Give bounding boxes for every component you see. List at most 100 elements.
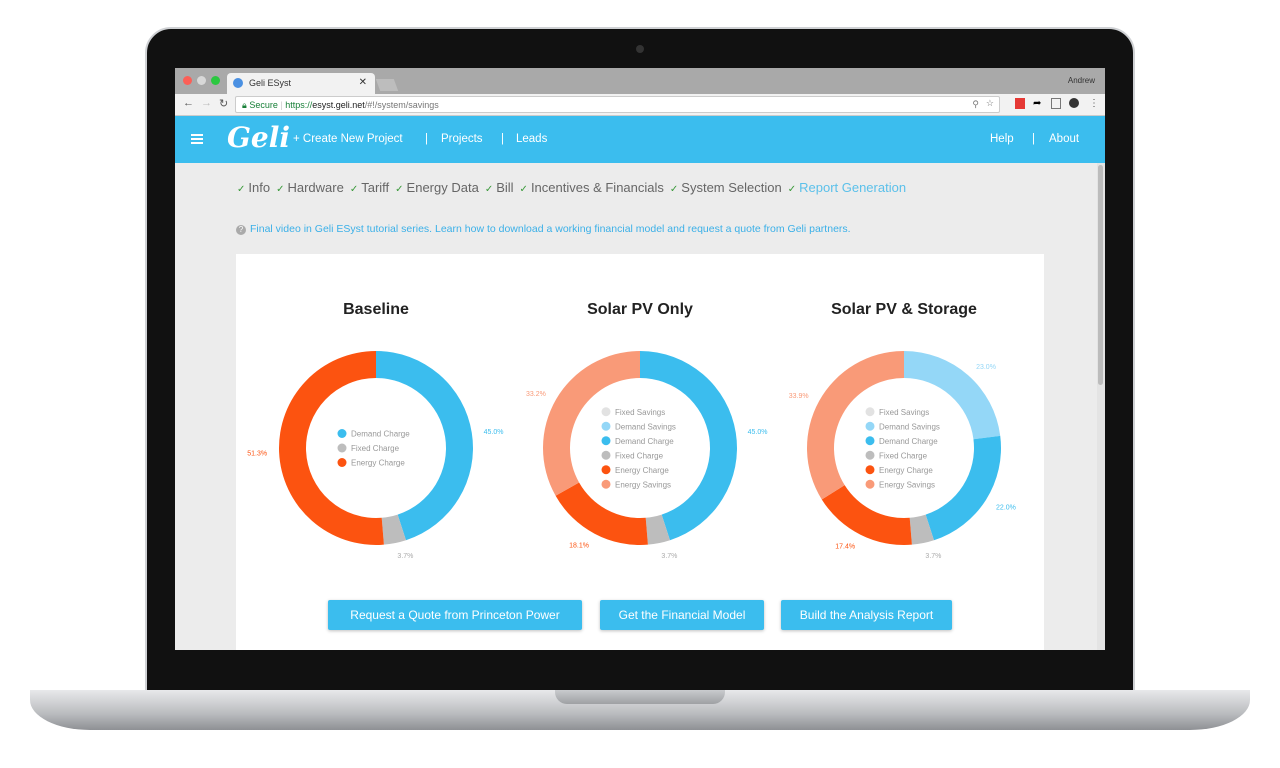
lock-icon: 🔒︎ (242, 100, 247, 110)
step-system-selection[interactable]: ✓ System Selection (670, 180, 782, 195)
step-hardware[interactable]: ✓ Hardware (276, 180, 344, 195)
slice-energy-charge[interactable] (555, 482, 648, 545)
slice-label: 3.7% (925, 553, 941, 560)
legend-item[interactable]: Demand Savings (615, 422, 676, 431)
slice-label: 51.3% (247, 450, 267, 457)
zoom-icon[interactable]: ⚲ (972, 99, 979, 110)
legend-item[interactable]: Energy Charge (615, 466, 669, 475)
step-info[interactable]: ✓ Info (237, 180, 270, 195)
legend-swatch (337, 458, 347, 467)
check-icon: ✓ (787, 184, 797, 195)
scrollbar-thumb[interactable] (1098, 165, 1103, 385)
legend-item[interactable]: Energy Charge (879, 466, 933, 475)
legend-swatch (601, 421, 611, 431)
legend-item[interactable]: Fixed Charge (879, 451, 928, 460)
slice-label: 33.9% (789, 393, 809, 400)
legend-swatch (865, 436, 875, 446)
step-energy-data[interactable]: ✓ Energy Data (395, 180, 479, 195)
legend-swatch (601, 450, 611, 460)
scrollbar[interactable] (1097, 163, 1105, 650)
legend-item[interactable]: Demand Charge (615, 437, 674, 446)
slice-label: 18.1% (569, 542, 589, 549)
legend-item[interactable]: Demand Savings (879, 422, 940, 431)
legend-item[interactable]: Demand Charge (351, 430, 410, 439)
step-label: Hardware (287, 180, 344, 195)
slice-label: 17.4% (835, 543, 855, 550)
step-label: Bill (496, 180, 514, 195)
back-icon[interactable]: ← (183, 97, 194, 109)
nav-about[interactable]: About (1049, 133, 1079, 145)
legend-swatch (337, 443, 347, 453)
calendar-extension-icon[interactable] (1051, 98, 1061, 109)
tab-close-icon[interactable]: ✕ (359, 77, 367, 88)
secure-label: Secure (249, 100, 278, 110)
close-window-button[interactable] (183, 76, 192, 85)
new-tab-button[interactable] (375, 79, 399, 91)
nav-help[interactable]: Help (990, 133, 1014, 145)
slice-energy-charge[interactable] (821, 485, 912, 545)
extension-icon[interactable] (1015, 98, 1025, 109)
check-icon: ✓ (519, 184, 528, 195)
slice-label: 3.7% (397, 553, 413, 560)
legend-swatch (865, 479, 875, 489)
slice-label: 33.2% (526, 391, 546, 398)
slice-demand-charge[interactable] (925, 435, 1001, 541)
forward-icon[interactable]: → (201, 97, 212, 109)
step-label: Report Generation (799, 180, 907, 195)
step-tariff[interactable]: ✓ Tariff (350, 180, 389, 195)
url-host: esyst.geli.net (312, 100, 365, 110)
legend-swatch (337, 429, 347, 438)
reload-icon[interactable]: ↻ (219, 97, 228, 110)
legend-item[interactable]: Fixed Savings (615, 408, 665, 417)
step-bill[interactable]: ✓ Bill (485, 180, 514, 195)
geli-logo[interactable]: Geli (227, 121, 290, 154)
nav-separator: | (1032, 133, 1035, 145)
hamburger-menu-icon[interactable] (191, 134, 203, 146)
legend-item[interactable]: Fixed Savings (879, 408, 929, 417)
step-label: Info (248, 180, 271, 195)
check-icon: ✓ (237, 184, 246, 195)
slice-label: 3.7% (661, 553, 677, 560)
profile-name[interactable]: Andrew (1068, 76, 1095, 85)
maximize-window-button[interactable] (211, 76, 220, 85)
build-report-button[interactable]: Build the Analysis Report (781, 600, 952, 630)
legend-swatch (865, 465, 875, 475)
browser-tab[interactable]: Geli ESyst ✕ (227, 73, 375, 94)
tutorial-link[interactable]: ? Final video in Geli ESyst tutorial seri… (236, 223, 851, 235)
slice-label: 45.0% (484, 429, 504, 436)
legend-item[interactable]: Energy Savings (615, 480, 671, 489)
legend-item[interactable]: Energy Charge (351, 459, 405, 468)
minimize-window-button[interactable] (197, 76, 206, 85)
nav-leads[interactable]: Leads (516, 133, 547, 145)
step-label: Tariff (361, 180, 390, 195)
legend-item[interactable]: Fixed Charge (615, 451, 664, 460)
request-quote-button[interactable]: Request a Quote from Princeton Power (328, 600, 582, 630)
get-financial-model-button[interactable]: Get the Financial Model (600, 600, 764, 630)
nav-projects[interactable]: Projects (441, 133, 483, 145)
nav-create-project[interactable]: + Create New Project (293, 133, 403, 145)
laptop-notch (555, 690, 725, 704)
legend-item[interactable]: Demand Charge (879, 437, 938, 446)
slice-label: 23.0% (976, 364, 996, 371)
address-bar[interactable]: 🔒︎ Secure | https://esyst.geli.net/#!/sy… (235, 96, 1000, 113)
step-report-generation[interactable]: ✓ Report Generation (788, 180, 906, 195)
app-header: Geli + Create New Project | Projects | L… (175, 116, 1105, 163)
nav-separator: | (501, 133, 504, 145)
tutorial-text: Final video in Geli ESyst tutorial serie… (250, 223, 851, 235)
share-arrow-icon[interactable]: ➦ (1033, 98, 1043, 109)
step-incentives-financials[interactable]: ✓ Incentives & Financials (520, 180, 664, 195)
step-label: Energy Data (406, 180, 479, 195)
slice-label: 45.0% (748, 429, 768, 436)
legend-swatch (865, 450, 875, 460)
check-icon: ✓ (395, 184, 404, 195)
menu-kebab-icon[interactable]: ⋮ (1089, 98, 1099, 109)
screen: Geli ESyst ✕ Andrew ← → ↻ 🔒︎ Secure | ht… (175, 68, 1105, 650)
step-label: Incentives & Financials (530, 180, 664, 195)
legend-swatch (601, 465, 611, 475)
bookmark-star-icon[interactable]: ☆ (986, 98, 994, 109)
legend-item[interactable]: Energy Savings (879, 480, 935, 489)
legend-swatch (865, 421, 875, 431)
url-path: /#!/system/savings (364, 100, 439, 110)
legend-item[interactable]: Fixed Charge (351, 444, 400, 453)
block-extension-icon[interactable] (1069, 98, 1079, 108)
